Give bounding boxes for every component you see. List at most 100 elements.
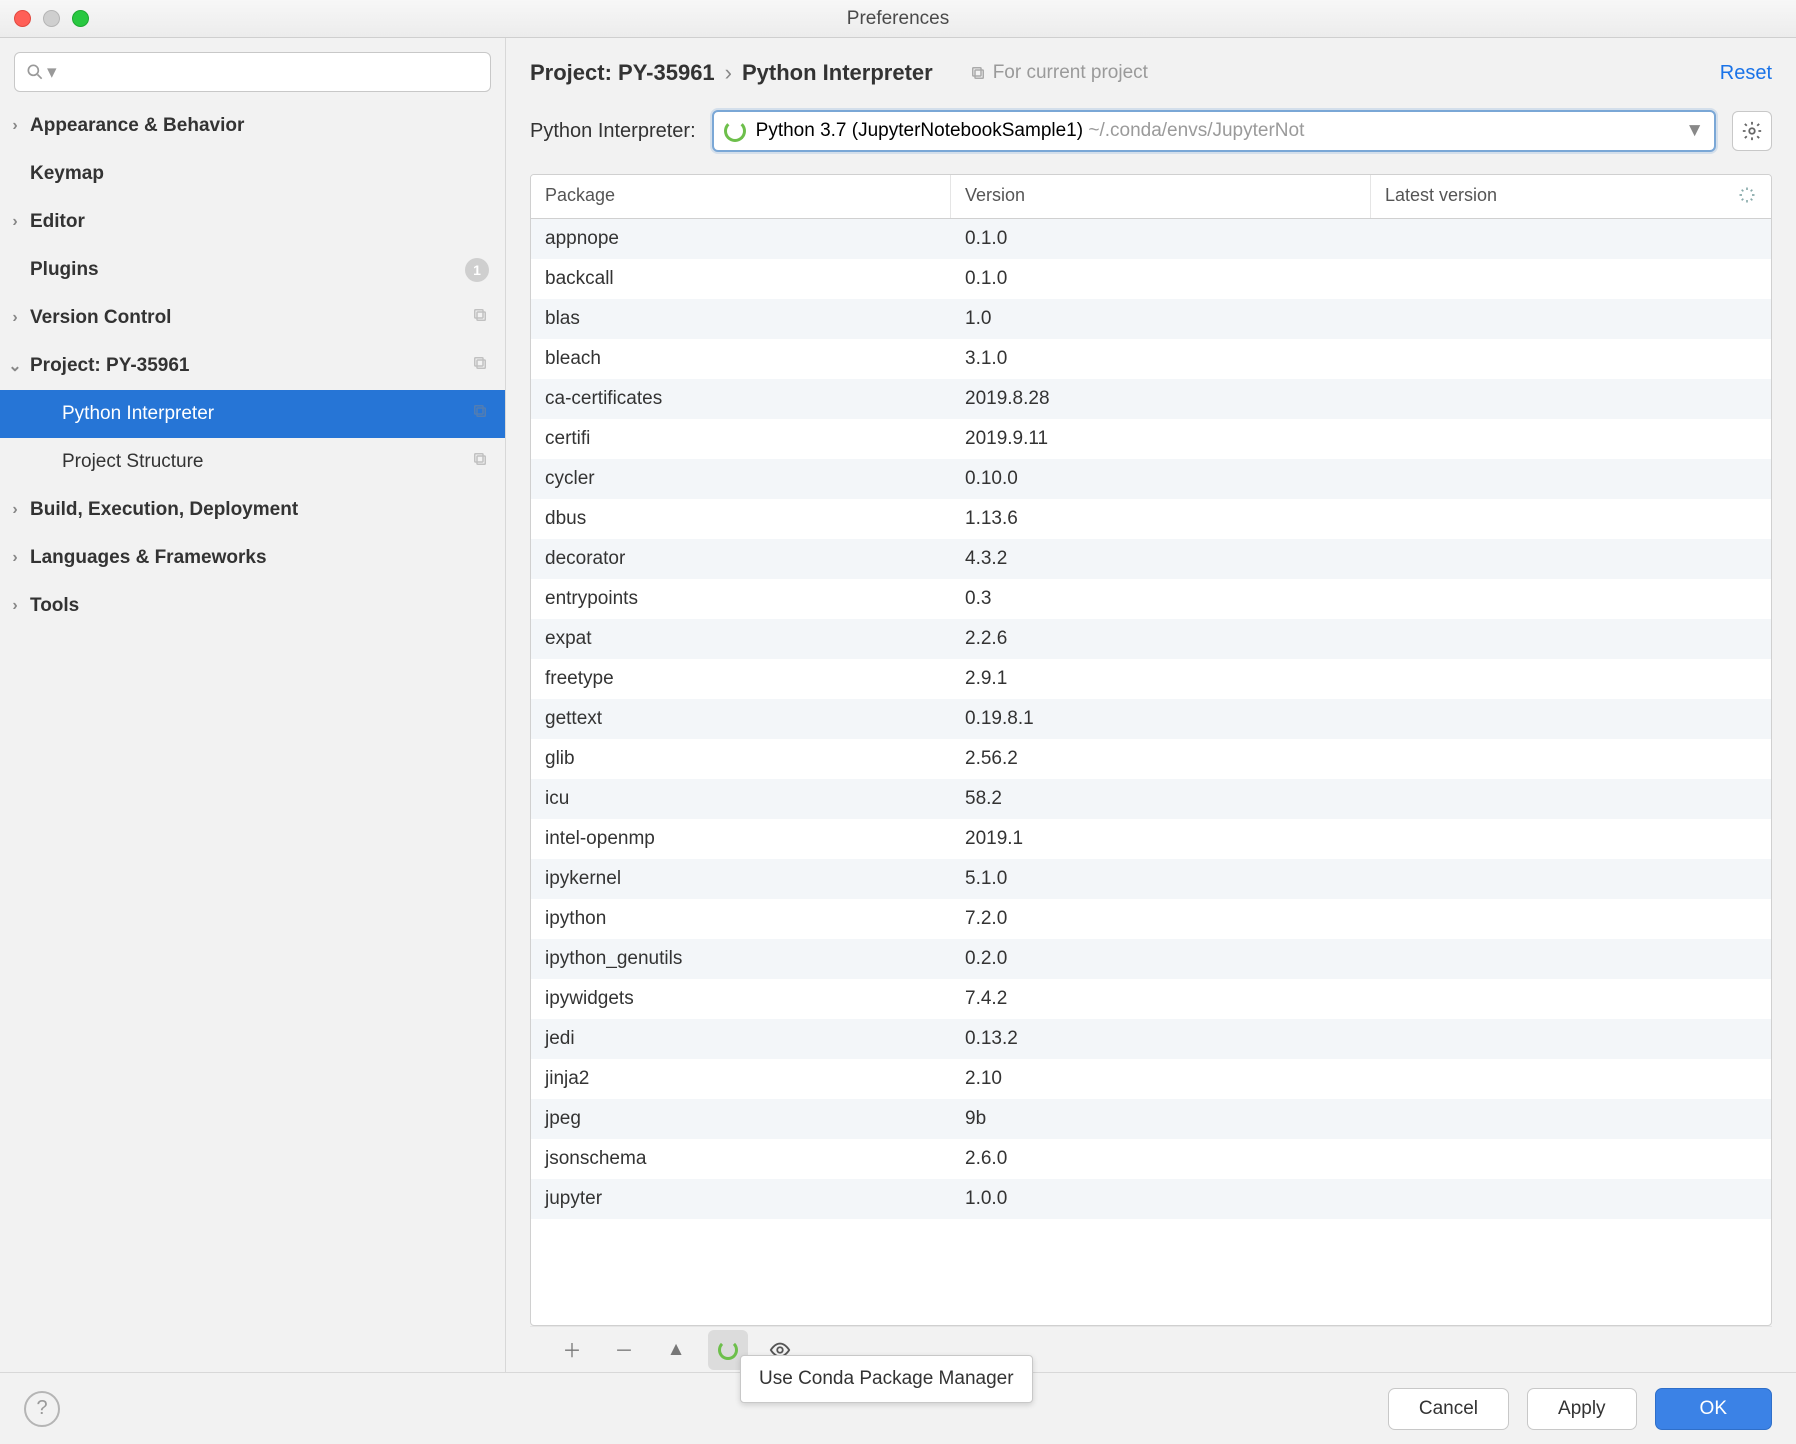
interpreter-settings-button[interactable] (1732, 111, 1772, 151)
window-title: Preferences (0, 8, 1796, 30)
cell-package: certifi (531, 428, 951, 450)
interpreter-value: Python 3.7 (JupyterNotebookSample1) ~/.c… (756, 120, 1678, 142)
col-version[interactable]: Version (951, 175, 1371, 218)
sidebar-subitem[interactable]: Python Interpreter (0, 390, 505, 438)
minus-icon: － (614, 1336, 633, 1363)
cell-package: blas (531, 308, 951, 330)
cell-package: glib (531, 748, 951, 770)
sidebar-item[interactable]: Plugins1 (0, 246, 505, 294)
col-latest[interactable]: Latest version (1371, 175, 1771, 218)
sidebar-item-label: Keymap (30, 163, 505, 185)
conda-env-icon (724, 120, 746, 142)
sidebar-item-label: Appearance & Behavior (30, 115, 505, 137)
sidebar-item[interactable]: ›Version Control (0, 294, 505, 342)
cell-version: 2019.8.28 (951, 388, 1371, 410)
table-row[interactable]: blas1.0 (531, 299, 1771, 339)
cell-package: jpeg (531, 1108, 951, 1130)
table-row[interactable]: entrypoints0.3 (531, 579, 1771, 619)
packages-table: Package Version Latest version appnope0.… (530, 174, 1772, 1326)
breadcrumb-project[interactable]: Project: PY-35961 (530, 60, 715, 86)
table-row[interactable]: jupyter1.0.0 (531, 1179, 1771, 1219)
table-row[interactable]: bleach3.1.0 (531, 339, 1771, 379)
cell-package: ipython_genutils (531, 948, 951, 970)
sidebar-item[interactable]: ›Languages & Frameworks (0, 534, 505, 582)
search-input-wrap[interactable]: ▾ (14, 52, 491, 92)
table-row[interactable]: decorator4.3.2 (531, 539, 1771, 579)
table-row[interactable]: cycler0.10.0 (531, 459, 1771, 499)
table-row[interactable]: appnope0.1.0 (531, 219, 1771, 259)
upgrade-package-button[interactable]: ▲ (656, 1330, 696, 1370)
table-row[interactable]: jpeg9b (531, 1099, 1771, 1139)
search-dropdown-icon[interactable]: ▾ (47, 61, 57, 84)
table-row[interactable]: ipykernel5.1.0 (531, 859, 1771, 899)
add-package-button[interactable]: ＋ (552, 1330, 592, 1370)
sidebar: ▾ ›Appearance & Behavior Keymap ›EditorPlu… (0, 38, 506, 1372)
settings-tree: ›Appearance & Behavior Keymap ›EditorPlugi… (0, 102, 505, 1372)
cell-version: 2.56.2 (951, 748, 1371, 770)
table-row[interactable]: ipywidgets7.4.2 (531, 979, 1771, 1019)
table-row[interactable]: ipython7.2.0 (531, 899, 1771, 939)
apply-button[interactable]: Apply (1527, 1388, 1637, 1430)
table-row[interactable]: ca-certificates2019.8.28 (531, 379, 1771, 419)
cell-version: 0.1.0 (951, 228, 1371, 250)
table-row[interactable]: freetype2.9.1 (531, 659, 1771, 699)
sidebar-item[interactable]: Keymap (0, 150, 505, 198)
cell-version: 1.0 (951, 308, 1371, 330)
sidebar-item[interactable]: ›Build, Execution, Deployment (0, 486, 505, 534)
table-row[interactable]: certifi2019.9.11 (531, 419, 1771, 459)
table-row[interactable]: intel-openmp2019.1 (531, 819, 1771, 859)
cell-package: backcall (531, 268, 951, 290)
cell-package: bleach (531, 348, 951, 370)
expand-icon: ⌄ (0, 356, 30, 376)
cell-version: 7.4.2 (951, 988, 1371, 1010)
gear-icon (1741, 120, 1763, 142)
help-button[interactable]: ? (24, 1391, 60, 1427)
cell-package: intel-openmp (531, 828, 951, 850)
breadcrumb: Project: PY-35961 › Python Interpreter F… (506, 38, 1796, 98)
search-icon (25, 62, 45, 82)
sidebar-item[interactable]: ›Editor (0, 198, 505, 246)
copy-icon (471, 450, 489, 474)
table-row[interactable]: expat2.2.6 (531, 619, 1771, 659)
table-row[interactable]: glib2.56.2 (531, 739, 1771, 779)
interpreter-dropdown[interactable]: Python 3.7 (JupyterNotebookSample1) ~/.c… (712, 110, 1716, 152)
cell-version: 1.13.6 (951, 508, 1371, 530)
reset-link[interactable]: Reset (1720, 62, 1772, 85)
sidebar-item-label: Editor (30, 211, 505, 233)
sidebar-subitem[interactable]: Project Structure (0, 438, 505, 486)
table-row[interactable]: ipython_genutils0.2.0 (531, 939, 1771, 979)
copy-icon (969, 64, 987, 82)
cell-version: 58.2 (951, 788, 1371, 810)
cell-package: expat (531, 628, 951, 650)
cell-package: cycler (531, 468, 951, 490)
packages-toolbar: ＋ － ▲ (530, 1326, 1772, 1372)
table-row[interactable]: jedi0.13.2 (531, 1019, 1771, 1059)
search-input[interactable] (63, 61, 480, 83)
table-row[interactable]: dbus1.13.6 (531, 499, 1771, 539)
sidebar-item[interactable]: ⌄Project: PY-35961 (0, 342, 505, 390)
chevron-down-icon: ▼ (1685, 120, 1704, 142)
cell-package: jedi (531, 1028, 951, 1050)
table-row[interactable]: backcall0.1.0 (531, 259, 1771, 299)
cancel-button[interactable]: Cancel (1388, 1388, 1509, 1430)
cell-version: 3.1.0 (951, 348, 1371, 370)
cell-version: 2019.9.11 (951, 428, 1371, 450)
cell-version: 7.2.0 (951, 908, 1371, 930)
table-row[interactable]: gettext0.19.8.1 (531, 699, 1771, 739)
table-row[interactable]: jsonschema2.6.0 (531, 1139, 1771, 1179)
ok-button[interactable]: OK (1655, 1388, 1772, 1430)
sidebar-item[interactable]: ›Appearance & Behavior (0, 102, 505, 150)
cell-version: 0.3 (951, 588, 1371, 610)
col-package[interactable]: Package (531, 175, 951, 218)
cell-version: 2019.1 (951, 828, 1371, 850)
table-row[interactable]: icu58.2 (531, 779, 1771, 819)
content-panel: Project: PY-35961 › Python Interpreter F… (506, 38, 1796, 1372)
sidebar-item-label: Project Structure (62, 451, 471, 473)
triangle-up-icon: ▲ (667, 1339, 686, 1361)
sidebar-item[interactable]: ›Tools (0, 582, 505, 630)
cell-version: 2.2.6 (951, 628, 1371, 650)
cell-version: 4.3.2 (951, 548, 1371, 570)
remove-package-button[interactable]: － (604, 1330, 644, 1370)
table-row[interactable]: jinja22.10 (531, 1059, 1771, 1099)
cell-package: entrypoints (531, 588, 951, 610)
